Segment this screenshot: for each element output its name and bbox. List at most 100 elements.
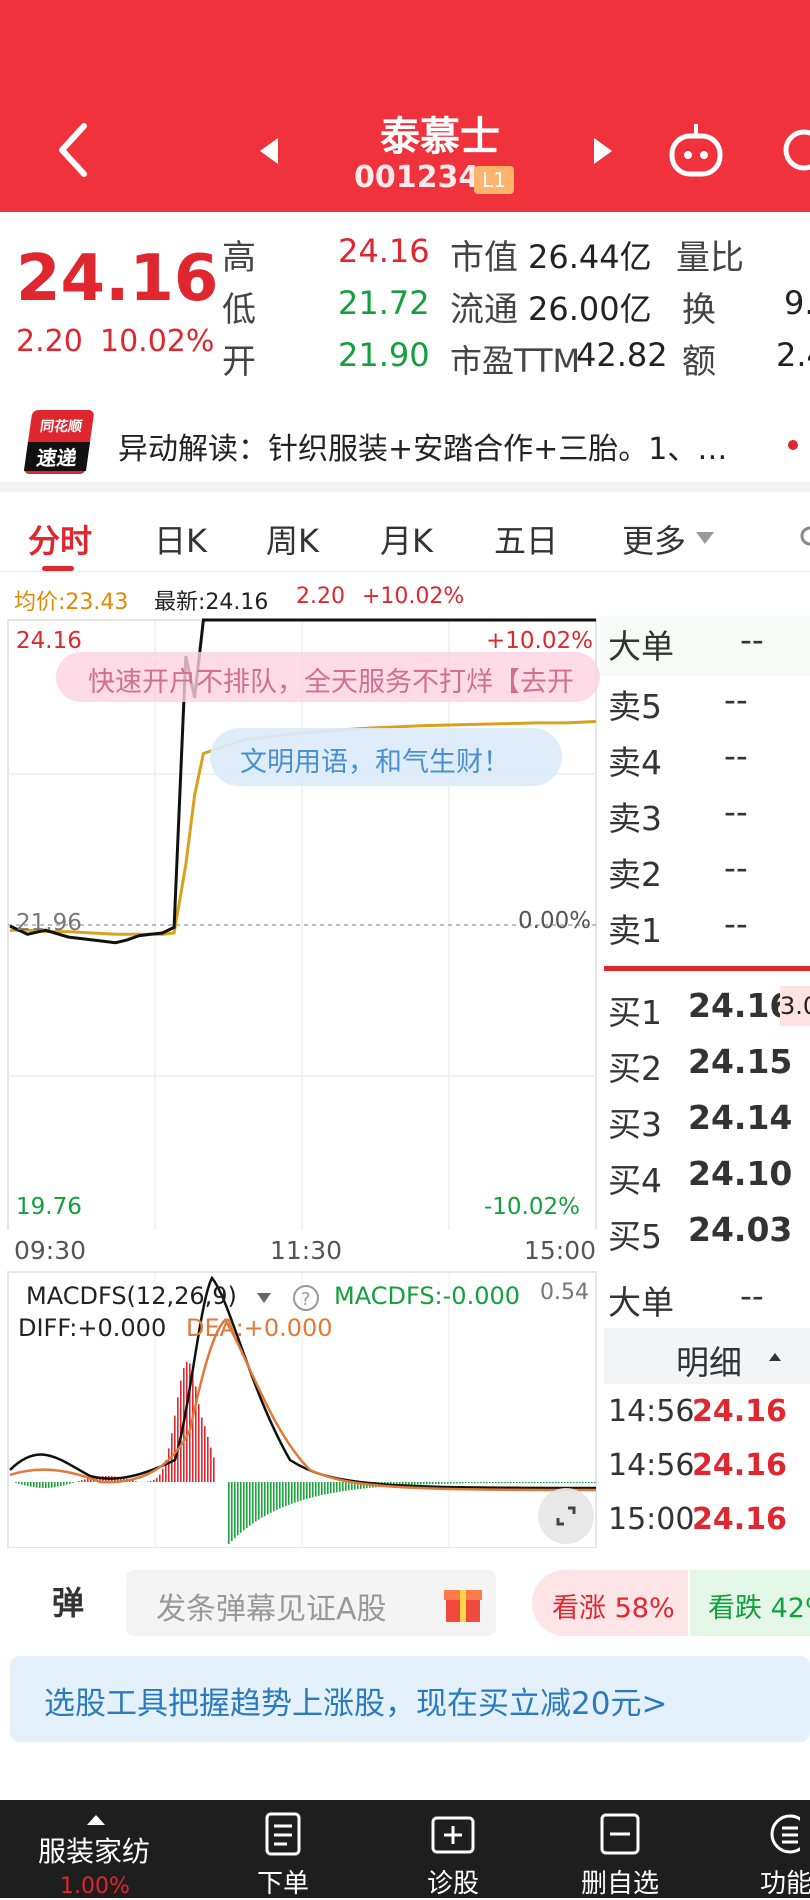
detail-label[interactable]: 明细 <box>676 1336 742 1384</box>
macd-bar <box>543 1482 545 1483</box>
tick3-time: 15:00 <box>608 1502 694 1537</box>
settings-icon[interactable] <box>800 522 810 552</box>
tab-five-day[interactable]: 五日 <box>494 516 558 562</box>
sell4-label: 卖4 <box>608 736 662 784</box>
macd-bar <box>324 1482 326 1495</box>
promo-bubble[interactable]: 快速开户不排队，全天服务不打烊【去开 <box>56 652 600 702</box>
functions-button[interactable]: 功能 <box>748 1800 810 1898</box>
remove-watchlist-button[interactable]: 删自选 <box>570 1800 670 1898</box>
macd-bar <box>327 1482 329 1494</box>
macd-bar <box>438 1482 440 1484</box>
macd-bar <box>213 1458 215 1482</box>
macd-bar <box>426 1482 428 1484</box>
back-icon[interactable] <box>52 120 92 180</box>
macd-bar <box>579 1482 581 1483</box>
tab-monthly-k[interactable]: 月K <box>380 516 433 562</box>
macd-bar <box>45 1482 47 1488</box>
gift-icon[interactable] <box>440 1580 486 1626</box>
buy2-price: 24.15 <box>688 1042 792 1081</box>
volume-ratio-label: 量比 <box>676 230 744 279</box>
pe-label: 市盈TTM <box>450 336 580 382</box>
expand-button[interactable] <box>538 1488 594 1544</box>
macd-bar <box>501 1482 503 1483</box>
macd-bar <box>267 1482 269 1514</box>
open-value: 21.90 <box>338 336 430 374</box>
turnover-label: 换 <box>682 282 716 331</box>
macd-bar <box>297 1482 299 1502</box>
macd-bar <box>573 1482 575 1483</box>
macd-bar <box>15 1482 17 1483</box>
help-icon[interactable]: ? <box>292 1284 320 1312</box>
open-label: 开 <box>222 334 256 383</box>
macd-bar <box>285 1482 287 1506</box>
intraday-chart[interactable]: 快速开户不排队，全天服务不打烊【去开 文明用语，和气生财！ 24.16 +10.… <box>0 616 605 1230</box>
time-axis-start: 09:30 <box>14 1236 86 1265</box>
macd-bar <box>498 1482 500 1483</box>
macd-bar <box>72 1482 74 1483</box>
avg-price: 均价:23.43 <box>14 584 128 616</box>
amount-value: 2.4 <box>776 336 810 374</box>
dea-line <box>10 1320 596 1490</box>
diagnose-button[interactable]: 诊股 <box>408 1800 498 1898</box>
info-change-pct: +10.02% <box>362 584 464 609</box>
macd-bar <box>237 1482 239 1535</box>
macd-bar <box>60 1482 62 1486</box>
macd-bar <box>333 1482 335 1493</box>
macd-bar <box>549 1482 551 1483</box>
news-text: 异动解读：针织服装+安踏合作+三胎。1、… <box>118 424 727 468</box>
search-icon[interactable] <box>778 126 810 176</box>
macd-panel[interactable]: MACDFS(12,26,9) ? MACDFS:-0.000 0.54 DIF… <box>0 1270 605 1548</box>
low-label: 低 <box>222 282 256 331</box>
macd-bar <box>483 1482 485 1483</box>
macd-bar <box>474 1482 476 1483</box>
tab-daily-k[interactable]: 日K <box>154 516 207 562</box>
macd-bar <box>135 1481 137 1482</box>
macd-bar <box>540 1482 542 1483</box>
macd-bar <box>477 1482 479 1483</box>
promo-banner[interactable]: 选股工具把握趋势上涨股，现在买立减20元> <box>10 1656 810 1742</box>
macd-title[interactable]: MACDFS(12,26,9) <box>26 1282 237 1310</box>
danmu-icon[interactable]: 弹 <box>52 1578 84 1624</box>
macd-bar <box>150 1481 152 1482</box>
expand-up-icon[interactable] <box>86 1814 106 1826</box>
macd-dropdown-icon[interactable] <box>256 1292 272 1304</box>
macd-bar <box>417 1482 419 1485</box>
macd-bar <box>585 1482 587 1483</box>
macd-bar <box>231 1482 233 1541</box>
macd-bar <box>21 1482 23 1485</box>
pe-value: 42.82 <box>576 336 668 374</box>
macd-bar <box>525 1482 527 1483</box>
bearish-button[interactable]: 看跌 42% <box>690 1570 810 1636</box>
buy1-label: 买1 <box>608 986 662 1034</box>
bullish-button[interactable]: 看涨 58% <box>532 1570 688 1636</box>
quote-panel: 24.16 2.20 10.02% 高 24.16 低 21.72 开 21.9… <box>0 212 810 402</box>
chevron-down-icon <box>694 530 716 546</box>
float-label: 流通 <box>450 282 518 331</box>
sector-name[interactable]: 服装家纺 <box>38 1830 150 1870</box>
macd-bar <box>186 1362 188 1482</box>
prev-stock-icon[interactable] <box>256 136 282 166</box>
macd-bar <box>210 1448 212 1482</box>
sell4-price: -- <box>724 736 748 775</box>
order-button[interactable]: 下单 <box>238 1800 328 1898</box>
macd-bar <box>27 1482 29 1486</box>
macd-bar <box>198 1404 200 1482</box>
sell3-price: -- <box>724 792 748 831</box>
macd-bar <box>582 1482 584 1483</box>
robot-assistant-icon[interactable] <box>666 120 726 180</box>
macd-bar <box>576 1482 578 1483</box>
next-stock-icon[interactable] <box>590 136 616 166</box>
macd-bar <box>252 1482 254 1524</box>
sort-up-icon <box>768 1352 782 1362</box>
tab-more[interactable]: 更多 <box>622 516 686 562</box>
tab-weekly-k[interactable]: 周K <box>266 516 319 562</box>
news-ticker[interactable]: 同花顺 速递 异动解读：针织服装+安踏合作+三胎。1、… <box>0 402 810 492</box>
diagnose-icon <box>430 1812 476 1856</box>
macd-bar <box>246 1482 248 1528</box>
macd-bar <box>528 1482 530 1483</box>
macd-bar <box>522 1482 524 1483</box>
tab-intraday[interactable]: 分时 <box>28 516 92 562</box>
buy3-price: 24.14 <box>688 1098 792 1137</box>
macd-bar <box>588 1482 590 1483</box>
y-axis-top: 24.16 <box>16 628 82 654</box>
